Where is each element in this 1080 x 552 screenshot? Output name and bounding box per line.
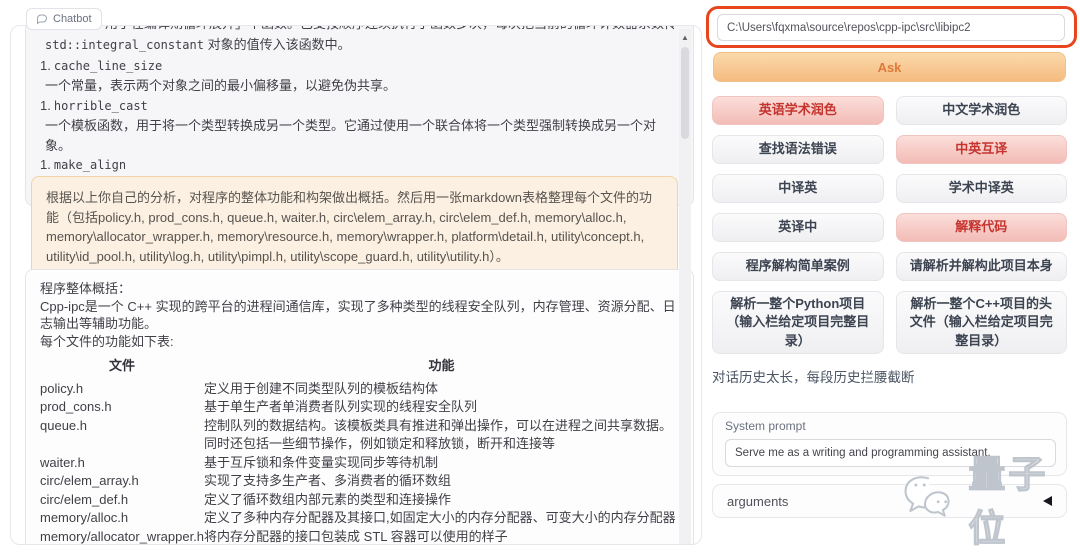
table-cell-file: policy.h — [40, 380, 84, 396]
table-row: circ/elem_def.h 定义了循环数组内部元素的类型和连接操作 — [40, 491, 679, 510]
chatbot-label: Chatbot — [53, 13, 92, 25]
explain-code-button[interactable]: 解释代码 — [895, 213, 1067, 242]
app-screen: Chatbot 使该函数，用于在编译期循环展开」个函数。已受按顺序连续执行了函数… — [0, 0, 1080, 550]
table-cell-desc: 定义了多种内存分配器及其接口,如固定大小的内存分配器、可变大小的内存分配器 — [204, 510, 676, 525]
analyze-cpp-headers-button[interactable]: 解析一整个C++项目的头文件（输入栏给定项目完整目录） — [895, 291, 1067, 354]
zh-en-mutual-translate-button[interactable]: 中英互译 — [895, 135, 1067, 164]
table-row: waiter.h 基于互斥锁和条件变量实现同步等待机制 — [40, 454, 679, 473]
project-path-input[interactable] — [717, 14, 1065, 41]
code-inline: std::integral_constant — [45, 38, 204, 52]
table-row: policy.h 定义用于创建不同类型队列的模板结构体 — [40, 380, 679, 399]
analyze-python-project-button[interactable]: 解析一整个Python项目（输入栏给定项目完整目录） — [712, 291, 884, 354]
user-message: 根据以上你自己的分析，对程序的整体功能和构架做出概括。然后用一张markdown… — [31, 176, 678, 278]
system-prompt-label: System prompt — [725, 419, 806, 433]
scrollbar-thumb[interactable] — [681, 47, 689, 139]
program-deconstruct-demo-button[interactable]: 程序解构简单案例 — [712, 252, 884, 281]
table-cell-file: circ/elem_def.h — [40, 491, 129, 507]
system-prompt-group: System prompt — [712, 412, 1067, 476]
table-row: memory/allocator_wrapper.h 将内存分配器的接口包装成 … — [40, 528, 679, 545]
chatbot-panel: 使该函数，用于在编译期循环展开」个函数。已受按顺序连续执行了函数多次，每次把当前… — [10, 25, 702, 545]
analyze-this-project-button[interactable]: 请解析并解构此项目本身 — [895, 252, 1067, 281]
arguments-accordion[interactable]: arguments — [712, 484, 1067, 518]
zh-to-en-button[interactable]: 中译英 — [712, 174, 884, 203]
table-cell-desc: 控制队列的数据结构。该模板类具有推进和弹出操作，可以在进程之间共享数据。同时还包… — [204, 417, 673, 452]
ask-button[interactable]: Ask — [713, 52, 1066, 82]
table-header-file: 文件 — [109, 358, 136, 373]
table-cell-desc: 实现了支持多生产者、多消费者的循环数组 — [204, 473, 452, 488]
en-to-zh-button[interactable]: 英译中 — [712, 213, 884, 242]
table-cell-file: queue.h — [40, 417, 87, 433]
assistant-message-2: 程序整体概括： Cpp-ipc是一个 C++ 实现的跨平台的进程间通信库，实现了… — [25, 269, 694, 545]
list-item: 1. horrible_cast — [40, 97, 148, 113]
file-function-table: 文件 功能 policy.h 定义用于创建不同类型队列的模板结构体 prod_c… — [40, 354, 679, 545]
user-message-text: 根据以上你自己的分析，对程序的整体功能和构架做出概括。然后用一张markdown… — [46, 190, 652, 264]
english-academic-polish-button[interactable]: 英语学术润色 — [712, 96, 884, 125]
overview-line: 程序整体概括： — [40, 281, 132, 296]
chat-bubble-icon — [37, 14, 48, 25]
function-button-grid: 英语学术润色 中文学术润色 查找语法错误 中英互译 中译英 学术中译英 英译中 … — [712, 96, 1067, 354]
message-line: std::integral_constant 对象的值传入该函数中。 — [45, 37, 351, 52]
system-prompt-input[interactable] — [725, 439, 1056, 467]
table-row: circ/elem_array.h 实现了支持多生产者、多消费者的循环数组 — [40, 472, 679, 491]
table-row: memory/alloc.h 定义了多种内存分配器及其接口,如固定大小的内存分配… — [40, 509, 679, 528]
table-cell-file: prod_cons.h — [40, 399, 112, 414]
find-grammar-errors-button[interactable]: 查找语法错误 — [712, 135, 884, 164]
table-cell-file: memory/allocator_wrapper.h — [40, 528, 205, 544]
list-item: 1. make_align — [40, 157, 127, 172]
status-text: 对话历史太长，每段历史拦腰截断 — [712, 370, 915, 385]
accordion-collapse-arrow-icon[interactable] — [1043, 496, 1052, 506]
table-cell-desc: 将内存分配器的接口包装成 STL 容器可以使用的样子 — [204, 528, 508, 544]
list-item-desc: 一个常量，表示两个对象之间的最小偏移量，以避免伪共享。 — [45, 78, 397, 93]
list-item: 1. cache_line_size — [40, 57, 163, 73]
chinese-academic-polish-button[interactable]: 中文学术润色 — [895, 96, 1067, 125]
table-header-function: 功能 — [428, 358, 455, 373]
table-cell-file: memory/alloc.h — [40, 510, 129, 525]
table-cell-file: circ/elem_array.h — [40, 473, 139, 488]
table-row: prod_cons.h 基于单生产者单消费者队列实现的线程安全队列 — [40, 398, 679, 417]
scrollbar-up-arrow[interactable]: ▲ — [679, 33, 691, 42]
table-cell-desc: 定义了循环数组内部元素的类型和连接操作 — [204, 491, 452, 507]
overview-line: Cpp-ipc是一个 C++ 实现的跨平台的进程间通信库，实现了多种类型的线程安… — [40, 298, 676, 332]
code-identifier: horrible_cast — [53, 98, 148, 113]
arguments-label: arguments — [727, 493, 789, 509]
code-identifier: make_align — [53, 158, 127, 172]
table-cell-file: waiter.h — [40, 454, 85, 470]
overview-line: 每个文件的功能如下表: — [40, 333, 174, 349]
chatbot-label-tab: Chatbot — [26, 8, 102, 30]
table-cell-desc: 基于互斥锁和条件变量实现同步等待机制 — [204, 454, 439, 470]
table-header-row: 文件 功能 — [40, 354, 679, 380]
table-cell-desc: 基于单生产者单消费者队列实现的线程安全队列 — [204, 399, 478, 414]
academic-zh-to-en-button[interactable]: 学术中译英 — [895, 174, 1067, 203]
table-cell-desc: 定义用于创建不同类型队列的模板结构体 — [204, 380, 439, 396]
code-identifier: cache_line_size — [53, 58, 163, 73]
chat-scrollbar[interactable]: ▲ — [679, 29, 691, 544]
table-row: queue.h 控制队列的数据结构。该模板类具有推进和弹出操作，可以在进程之间共… — [40, 417, 679, 454]
clipped-text-line: 使该函数，用于在编译期循环展开」个函数。已受按顺序连续执行了函数多次，每次把当前… — [40, 26, 679, 35]
list-item-desc: 一个模板函数，用于将一个类型转换成另一个类型。它通过使用一个联合体将一个类型强制… — [45, 118, 657, 153]
